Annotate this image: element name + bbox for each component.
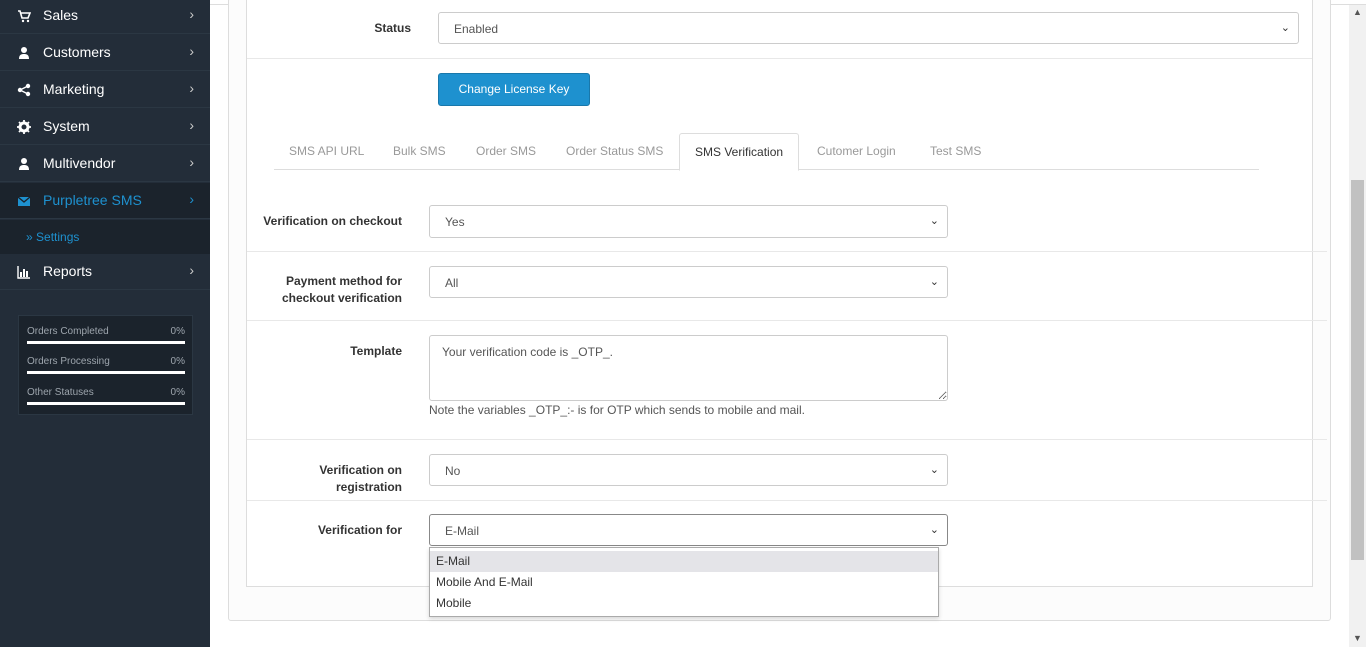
- template-help-text: Note the variables _OTP_:- is for OTP wh…: [429, 403, 805, 417]
- divider: [247, 500, 1327, 501]
- sidebar-item-multivendor[interactable]: Multivendor ›: [0, 146, 210, 182]
- stat-name: Orders Completed: [27, 326, 109, 337]
- sidebar-item-sales[interactable]: Sales ›: [0, 0, 210, 34]
- divider: [247, 58, 1312, 59]
- stat-orders-processing: Orders Processing 0%: [27, 346, 185, 376]
- stat-percent: 0%: [170, 387, 185, 398]
- scroll-up-icon[interactable]: ▲: [1353, 7, 1362, 17]
- option-mobile-and-email[interactable]: Mobile And E-Mail: [430, 572, 938, 593]
- scroll-down-icon[interactable]: ▼: [1353, 633, 1362, 643]
- bar-chart-icon: [17, 265, 31, 279]
- registration-verification-value: No: [445, 464, 461, 478]
- chevron-right-icon: ›: [189, 117, 194, 133]
- stat-other-statuses: Other Statuses 0%: [27, 377, 185, 407]
- sidebar-item-label: Purpletree SMS: [43, 192, 142, 208]
- gear-icon: [17, 120, 31, 134]
- chevron-down-icon: ⌄: [929, 276, 939, 288]
- chevron-right-icon: ›: [189, 43, 194, 59]
- checkout-verification-select[interactable]: Yes ⌄: [429, 205, 948, 238]
- option-email[interactable]: E-Mail: [430, 551, 938, 572]
- payment-method-label-line2: checkout verification: [281, 291, 402, 305]
- user-icon: [17, 157, 31, 171]
- chevron-right-icon: ›: [189, 191, 194, 207]
- sidebar-subitem-label: » Settings: [26, 230, 80, 244]
- payment-method-value: All: [445, 276, 459, 290]
- payment-method-label-line1: Payment method for: [285, 274, 402, 288]
- divider: [247, 439, 1327, 440]
- cart-icon: [17, 9, 32, 23]
- payment-method-select[interactable]: All ⌄: [429, 266, 948, 298]
- registration-verification-select[interactable]: No ⌄: [429, 454, 948, 486]
- chevron-right-icon: ›: [189, 6, 194, 22]
- scroll-thumb[interactable]: [1351, 180, 1364, 560]
- template-label: Template: [350, 344, 402, 358]
- order-stats-panel: Orders Completed 0% Orders Processing 0%…: [18, 315, 193, 415]
- registration-verification-label: Verification on registration: [319, 463, 402, 494]
- stat-name: Orders Processing: [27, 356, 110, 367]
- user-icon: [17, 46, 31, 60]
- chevron-down-icon: ⌄: [1280, 22, 1290, 34]
- payment-method-label: Payment method for checkout verification: [250, 273, 402, 307]
- sidebar-item-label: Marketing: [43, 81, 105, 97]
- tab-sms-api-url[interactable]: SMS API URL: [274, 133, 379, 170]
- envelope-icon: [17, 194, 31, 208]
- share-icon: [17, 83, 31, 97]
- sidebar-item-label: System: [43, 118, 90, 134]
- verification-for-select[interactable]: E-Mail ⌄: [429, 514, 948, 546]
- checkout-verification-label: Verification on checkout: [263, 214, 402, 228]
- status-value: Enabled: [454, 22, 499, 36]
- divider: [247, 251, 1327, 252]
- verification-for-options: E-Mail Mobile And E-Mail Mobile: [429, 547, 939, 617]
- progress-bar: [27, 402, 185, 405]
- stat-orders-completed: Orders Completed 0%: [27, 316, 185, 346]
- tab-test-sms[interactable]: Test SMS: [915, 133, 996, 170]
- sidebar-item-label: Customers: [43, 44, 111, 60]
- progress-bar: [27, 341, 185, 344]
- chevron-right-icon: ›: [189, 262, 194, 278]
- chevron-down-icon: ⌄: [929, 524, 939, 536]
- tab-bulk-sms[interactable]: Bulk SMS: [378, 133, 461, 170]
- chevron-right-icon: ›: [189, 80, 194, 96]
- status-label: Status: [374, 21, 411, 35]
- sidebar-subitem-settings[interactable]: » Settings: [0, 220, 210, 254]
- sidebar-item-reports[interactable]: Reports ›: [0, 254, 210, 290]
- change-license-key-button[interactable]: Change License Key: [438, 73, 590, 106]
- sidebar-item-purpletree-sms[interactable]: Purpletree SMS ›: [0, 183, 210, 219]
- status-select[interactable]: Enabled ⌄: [438, 12, 1299, 44]
- chevron-down-icon: ⌄: [929, 464, 939, 476]
- progress-bar: [27, 371, 185, 374]
- tab-bar: SMS API URL Bulk SMS Order SMS Order Sta…: [274, 133, 1259, 171]
- tab-sms-verification[interactable]: SMS Verification: [679, 133, 800, 171]
- sidebar-item-label: Multivendor: [43, 155, 116, 171]
- tab-order-sms[interactable]: Order SMS: [461, 133, 551, 170]
- sidebar-item-system[interactable]: System ›: [0, 109, 210, 145]
- sidebar: Sales › Customers › Marketing › System ›…: [0, 0, 210, 647]
- chevron-right-icon: ›: [189, 154, 194, 170]
- option-mobile[interactable]: Mobile: [430, 593, 938, 614]
- checkout-verification-value: Yes: [445, 215, 465, 229]
- divider: [247, 320, 1327, 321]
- sidebar-item-label: Reports: [43, 263, 93, 279]
- settings-link-text: Settings: [36, 230, 80, 244]
- template-textarea[interactable]: Your verification code is _OTP_.: [429, 335, 948, 401]
- chevron-down-icon: ⌄: [929, 215, 939, 227]
- tab-cutomer-login[interactable]: Cutomer Login: [802, 133, 911, 170]
- stat-percent: 0%: [170, 326, 185, 337]
- sidebar-item-label: Sales: [43, 7, 79, 23]
- verification-for-label: Verification for: [317, 523, 402, 537]
- verification-for-value: E-Mail: [445, 524, 480, 538]
- stat-percent: 0%: [170, 356, 185, 367]
- stat-name: Other Statuses: [27, 387, 94, 398]
- sidebar-item-customers[interactable]: Customers ›: [0, 35, 210, 71]
- sidebar-item-marketing[interactable]: Marketing ›: [0, 72, 210, 108]
- tab-order-status-sms[interactable]: Order Status SMS: [551, 133, 678, 170]
- page-scrollbar[interactable]: ▲ ▼: [1349, 5, 1366, 647]
